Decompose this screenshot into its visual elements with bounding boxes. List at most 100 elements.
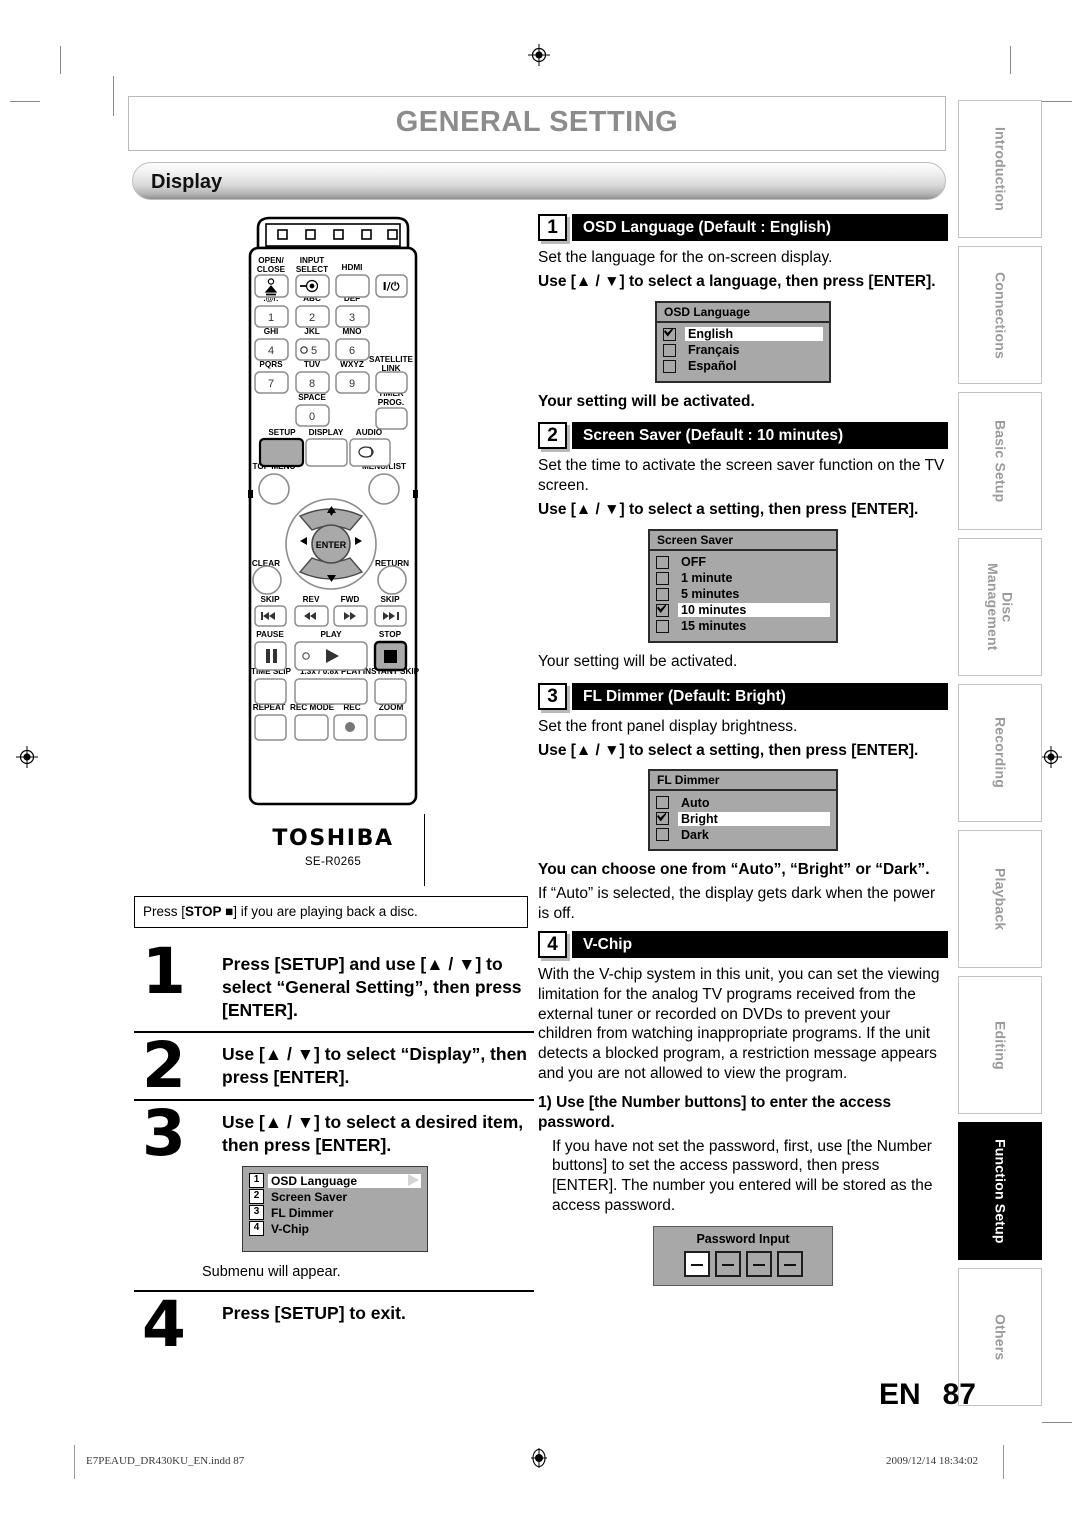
tab-connections[interactable]: Connections: [958, 246, 1042, 384]
tab-basic-setup[interactable]: Basic Setup: [958, 392, 1042, 530]
page-title-bar: GENERAL SETTING: [128, 96, 946, 151]
fl-dimmer-option-auto[interactable]: Auto: [656, 795, 830, 810]
checkbox-icon: [663, 359, 676, 373]
page-content: GENERAL SETTING Display OPEN/ CLOSE INPU…: [128, 96, 948, 1366]
crop-mark-tl-h: [10, 101, 40, 102]
svg-text:DISPLAY: DISPLAY: [309, 428, 344, 437]
crop-mark-t2-v: [113, 76, 114, 116]
svg-text:STOP: STOP: [379, 630, 402, 639]
svg-text:1: 1: [268, 312, 274, 324]
osd-option-english[interactable]: English: [663, 327, 823, 342]
tab-recording[interactable]: Recording: [958, 684, 1042, 822]
brand-divider: [424, 814, 425, 886]
checkbox-icon: [656, 587, 669, 601]
section-3-header: 3 FL Dimmer (Default: Bright): [538, 682, 948, 710]
page-number-block: EN 87: [879, 1378, 976, 1412]
section-2-after: Your setting will be activated.: [538, 652, 738, 670]
section-title: Display: [151, 171, 223, 193]
svg-text:WXYZ: WXYZ: [340, 360, 364, 369]
svg-text:0: 0: [309, 411, 315, 423]
section-2-title: Screen Saver (Default : 10 minutes): [583, 427, 844, 445]
section-1-number: 1: [538, 214, 567, 241]
section-3-desc: Set the front panel display brightness.: [538, 717, 798, 735]
tab-playback[interactable]: Playback: [958, 830, 1042, 968]
section-4-number: 4: [538, 930, 567, 958]
section-bar: Display: [132, 162, 946, 200]
fl-dimmer-title: FL Dimmer: [650, 771, 836, 792]
stop-note-box: Press [STOP ■] if you are playing back a…: [134, 896, 528, 928]
section-1-instruction: Use [▲ / ▼] to select a language, then p…: [538, 272, 936, 290]
tab-label: Recording: [992, 717, 1009, 789]
checkbox-checked-icon: [656, 812, 669, 826]
password-digit-1[interactable]: [683, 1250, 710, 1277]
password-input-title: Password Input: [696, 1231, 790, 1246]
screen-saver-option-15-minutes[interactable]: 15 minutes: [656, 619, 830, 634]
screen-saver-option-label: 10 minutes: [678, 603, 830, 618]
section-4-header: 4 V-Chip: [538, 930, 948, 958]
osd-option-label: English: [685, 327, 823, 342]
section-2-number: 2: [538, 422, 567, 450]
svg-text:9: 9: [349, 378, 355, 390]
footer-filename: E7PEAUD_DR430KU_EN.indd 87: [86, 1455, 245, 1467]
osd-option-espanol[interactable]: Español: [663, 359, 823, 374]
svg-text:2: 2: [309, 312, 315, 324]
svg-text:OPEN/: OPEN/: [258, 256, 284, 265]
osd-option-francais[interactable]: Français: [663, 343, 823, 358]
crop-mark-tr-v: [1010, 46, 1011, 74]
submenu-item-label: FL Dimmer: [271, 1205, 334, 1220]
stop-note-pre: Press [: [143, 904, 186, 919]
password-digit-4[interactable]: [776, 1250, 803, 1277]
remote-model-number: SE-R0265: [304, 856, 362, 868]
svg-text:PROG.: PROG.: [378, 398, 404, 407]
svg-text:PLAY: PLAY: [320, 630, 342, 639]
submenu-item-osd-language[interactable]: 1 OSD Language: [249, 1173, 421, 1189]
password-digit-3[interactable]: [745, 1250, 772, 1277]
svg-text:CLOSE: CLOSE: [257, 265, 286, 274]
tab-introduction[interactable]: Introduction: [958, 100, 1042, 238]
password-input-row: [654, 1250, 832, 1277]
page-number: 87: [942, 1378, 976, 1411]
submenu-item-screen-saver[interactable]: 2 Screen Saver: [249, 1189, 421, 1205]
tab-label: Basic Setup: [992, 419, 1009, 503]
submenu-item-label: Screen Saver: [271, 1189, 348, 1204]
screen-saver-option-1-minute[interactable]: 1 minute: [656, 571, 830, 586]
submenu-item-v-chip[interactable]: 4 V-Chip: [249, 1221, 421, 1237]
fl-dimmer-option-dark[interactable]: Dark: [656, 827, 830, 842]
submenu-item-fl-dimmer[interactable]: 3 FL Dimmer: [249, 1205, 421, 1221]
password-digit-2[interactable]: [714, 1250, 741, 1277]
section-1-title-bar: OSD Language (Default : English): [572, 214, 948, 241]
submenu-item-number: 2: [249, 1189, 264, 1205]
screen-saver-option-off[interactable]: OFF: [656, 555, 830, 570]
osd-option-label: Español: [688, 359, 737, 374]
fl-dimmer-option-bright[interactable]: Bright: [656, 811, 830, 826]
tab-disc-management[interactable]: Disc Management: [958, 538, 1042, 676]
section-4-desc: With the V-chip system in this unit, you…: [538, 965, 940, 1083]
section-3-number: 3: [538, 682, 567, 710]
footer-rule-right: [1003, 1445, 1004, 1479]
svg-text:3: 3: [349, 312, 355, 324]
svg-text:GHI: GHI: [264, 327, 279, 336]
screen-saver-option-5-minutes[interactable]: 5 minutes: [656, 587, 830, 602]
tab-label: Function Setup: [992, 1138, 1009, 1244]
section-1-title: OSD Language (Default : English): [583, 219, 832, 236]
section-1-header: 1 OSD Language (Default : English): [538, 214, 948, 241]
step-2-text: Use [▲ / ▼] to select “Display”, then pr…: [222, 1044, 527, 1087]
svg-text:AUDIO: AUDIO: [356, 428, 383, 437]
svg-text:TUV: TUV: [304, 360, 321, 369]
section-2-header: 2 Screen Saver (Default : 10 minutes): [538, 422, 948, 450]
step-2: 2 Use [▲ / ▼] to select “Display”, then …: [134, 1031, 534, 1099]
svg-text:5: 5: [311, 345, 317, 357]
osd-language-menu: OSD Language English Français Español: [655, 300, 831, 383]
registration-mark-right: [1040, 746, 1062, 768]
tab-editing[interactable]: Editing: [958, 976, 1042, 1114]
osd-option-label: Français: [688, 343, 740, 358]
chapter-tab-rail: Introduction Connections Basic Setup Dis…: [958, 100, 1042, 1414]
screen-saver-option-10-minutes[interactable]: 10 minutes: [656, 603, 830, 618]
remote-brand-name: TOSHIBA: [272, 826, 394, 851]
tab-function-setup[interactable]: Function Setup: [958, 1122, 1042, 1260]
step-4-number: 4: [142, 1288, 186, 1362]
osd-language-options: English Français Español: [657, 323, 829, 381]
svg-text:7: 7: [268, 378, 274, 390]
svg-text:SKIP: SKIP: [260, 595, 280, 604]
section-2-desc: Set the time to activate the screen save…: [538, 457, 945, 495]
